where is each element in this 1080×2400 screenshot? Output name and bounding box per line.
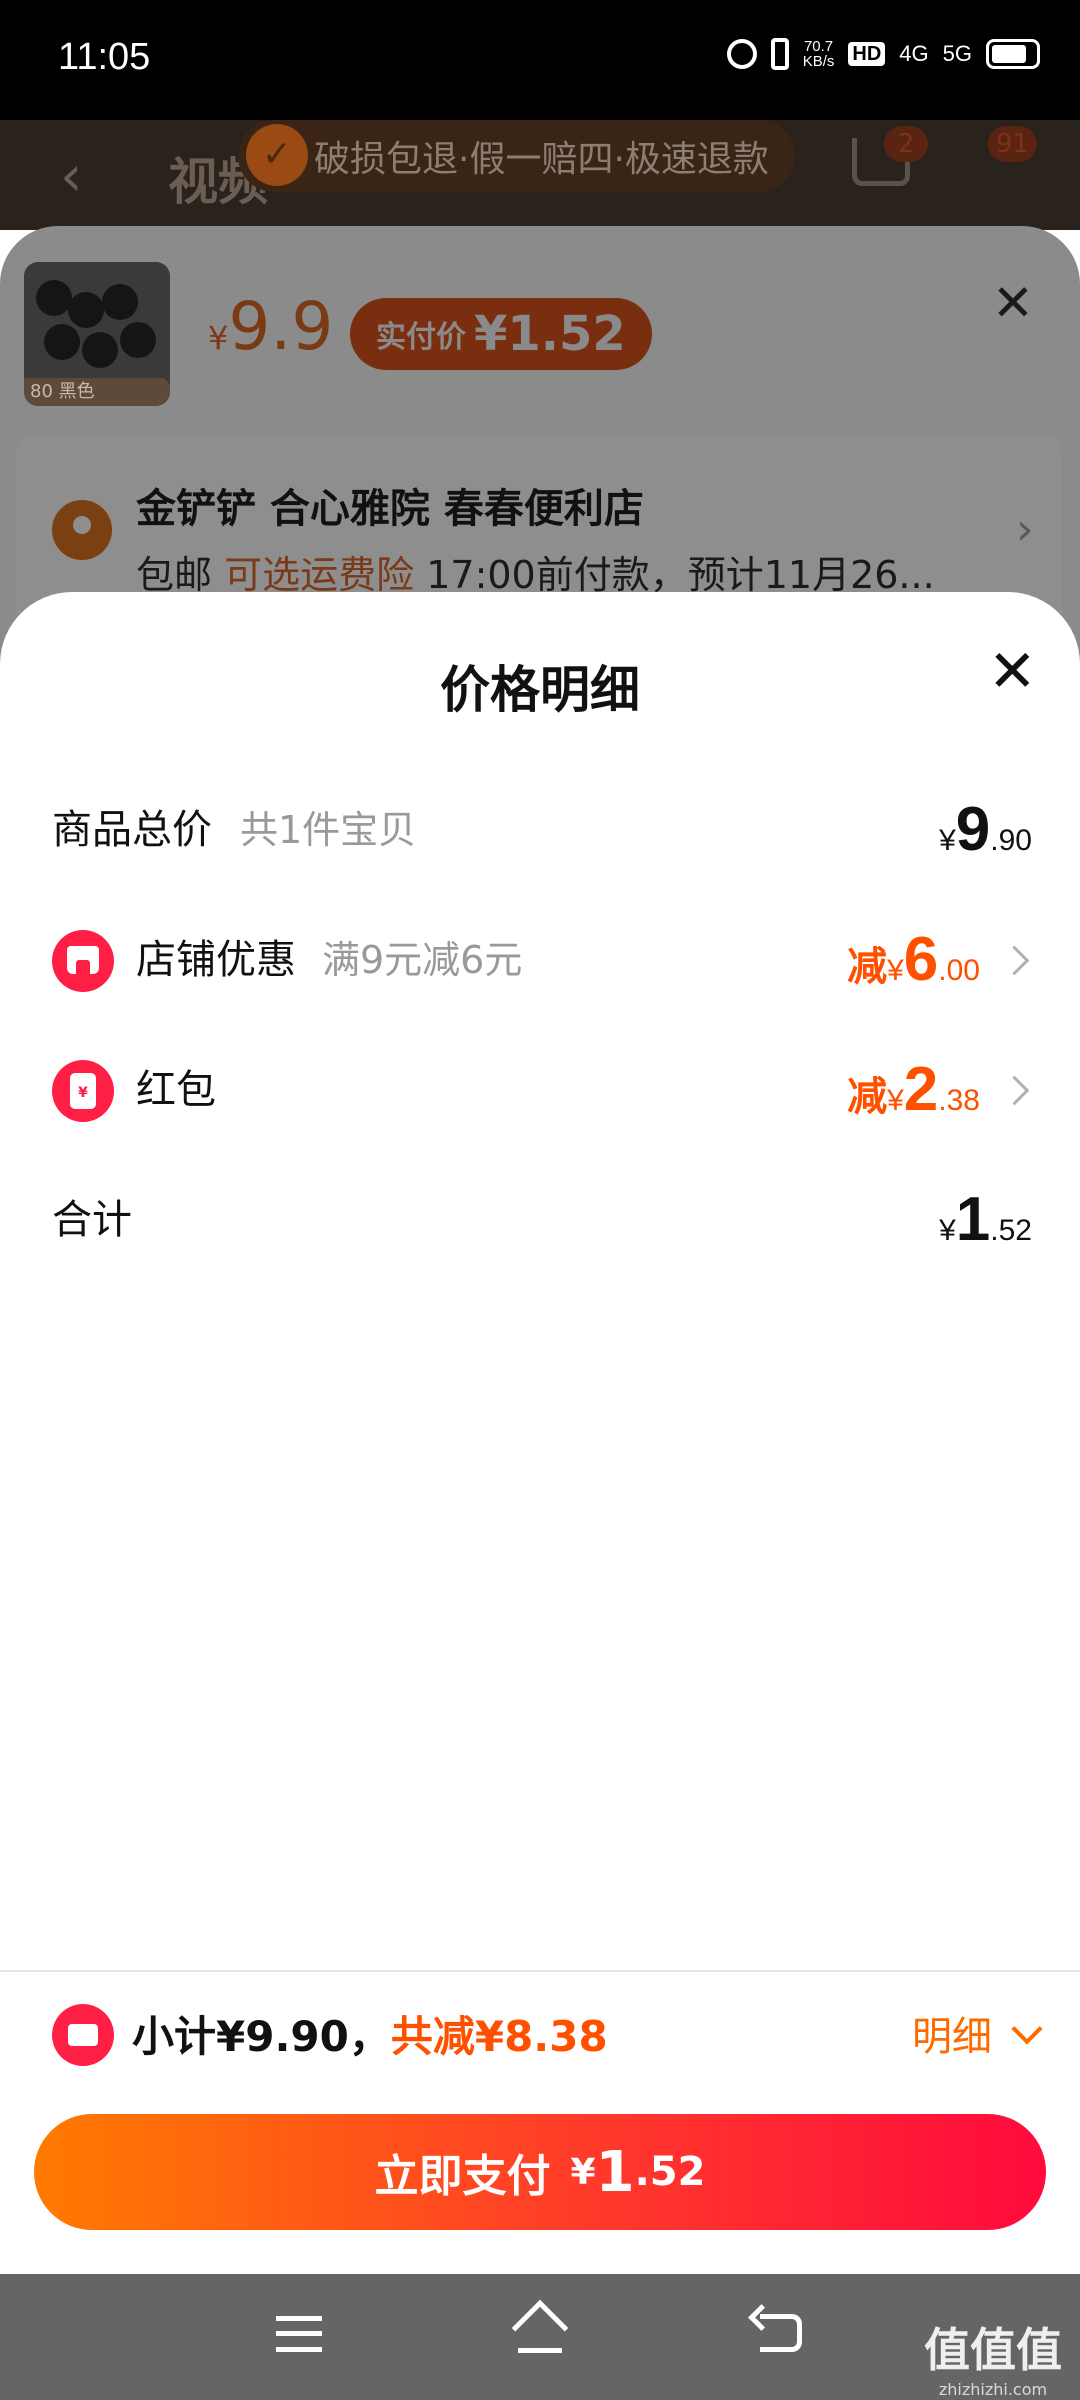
coupon-icon	[52, 2004, 114, 2066]
guarantee-text: 破损包退·假一赔四·极速退款	[314, 139, 769, 180]
store-discount-rule: 满9元减6元	[322, 938, 523, 982]
detail-toggle[interactable]: 明细	[912, 2004, 1043, 2070]
shipping-line: 包邮 可选运费险 17:00前付款，预计11月26...	[136, 553, 935, 597]
guarantee-banner: ✓ 破损包退·假一赔四·极速退款	[238, 120, 795, 192]
watermark: 值值值 zhizhizhi.com	[924, 2323, 1062, 2399]
status-bar: 11:05 70.7 KB/s HD 4G 5G	[0, 0, 1080, 120]
net-speed: 70.7 KB/s	[802, 38, 835, 70]
item-count: 共1件宝贝	[240, 808, 417, 852]
red-packet-value: 减¥2.38	[847, 1055, 980, 1124]
pay-amount-dec: .52	[634, 2149, 706, 2195]
product-thumbnail[interactable]: 80 黑色【45*50】	[24, 262, 170, 406]
hd-icon: HD	[848, 42, 886, 66]
subtotal: 小计¥9.90，	[132, 2012, 391, 2061]
chevron-right-icon	[1002, 932, 1032, 988]
shield-check-icon: ✓	[246, 124, 308, 186]
paid-price-pill: 实付价 ¥1.52	[350, 298, 652, 370]
summary-text: 小计¥9.90，共减¥8.38	[132, 2004, 608, 2070]
signal-5g-icon: 5G	[942, 41, 972, 66]
red-packet-icon: ¥	[52, 1060, 114, 1122]
pay-amount-int: 1	[595, 2139, 635, 2205]
total-value: ¥1.52	[939, 1185, 1032, 1254]
store-discount-row[interactable]: 店铺优惠 满9元减6元 减¥6.00	[52, 920, 1032, 1000]
cart-badge: 2	[884, 126, 928, 162]
vibrate-icon	[770, 38, 789, 70]
store-icon	[52, 930, 114, 992]
store-discount-value: 减¥6.00	[847, 925, 980, 994]
back-nav-icon[interactable]	[760, 2314, 802, 2352]
product-price: ¥9.9	[208, 288, 334, 365]
store-discount-label: 店铺优惠	[136, 937, 296, 983]
goods-total-label: 商品总价	[52, 807, 212, 853]
order-sheet-close-icon[interactable]: ✕	[992, 274, 1034, 332]
system-nav-bar	[0, 2274, 1080, 2400]
signal-4g-icon: 4G	[899, 41, 929, 66]
location-pin-icon	[52, 500, 112, 560]
detail-label: 明细	[912, 2014, 992, 2060]
back-icon[interactable]: ‹	[60, 144, 82, 209]
red-packet-label: 红包	[136, 1067, 216, 1113]
goods-total-row: 商品总价 共1件宝贝 ¥9.90	[52, 790, 1032, 870]
red-packet-row[interactable]: ¥ 红包 减¥2.38	[52, 1050, 1032, 1130]
battery-icon	[986, 39, 1040, 69]
shop-address-name: 金铲铲 合心雅院 春春便利店	[136, 486, 644, 532]
divider	[0, 1970, 1080, 1972]
total-label: 合计	[52, 1197, 132, 1243]
pay-currency: ¥	[570, 2151, 596, 2193]
chevron-right-icon	[1002, 1062, 1032, 1118]
status-icons: 70.7 KB/s HD 4G 5G	[726, 38, 1040, 70]
pay-button-label: 立即支付	[374, 2151, 551, 2202]
message-badge: 91	[988, 126, 1038, 162]
total-reduction: 共减¥8.38	[390, 2012, 608, 2061]
close-icon[interactable]: ✕	[988, 642, 1037, 700]
status-time: 11:05	[58, 36, 151, 78]
panel-title: 价格明细	[440, 661, 640, 719]
total-row: 合计 ¥1.52	[52, 1180, 1032, 1260]
menu-icon[interactable]	[276, 2316, 322, 2352]
shipping-insurance-option[interactable]: 可选运费险	[224, 553, 414, 597]
chevron-right-icon: ›	[1016, 504, 1034, 555]
price-detail-panel: 价格明细 ✕ 商品总价 共1件宝贝 ¥9.90 店铺优惠 满9元减6元 减¥6.…	[0, 592, 1080, 1970]
thumb-tag: 80 黑色【45*50】	[24, 378, 170, 406]
alarm-icon	[726, 39, 757, 69]
chevron-down-icon	[1011, 2013, 1043, 2045]
goods-total-value: ¥9.90	[939, 795, 1032, 864]
pay-now-button[interactable]: 立即支付 ¥1.52	[34, 2114, 1046, 2230]
home-icon[interactable]	[511, 2299, 569, 2360]
